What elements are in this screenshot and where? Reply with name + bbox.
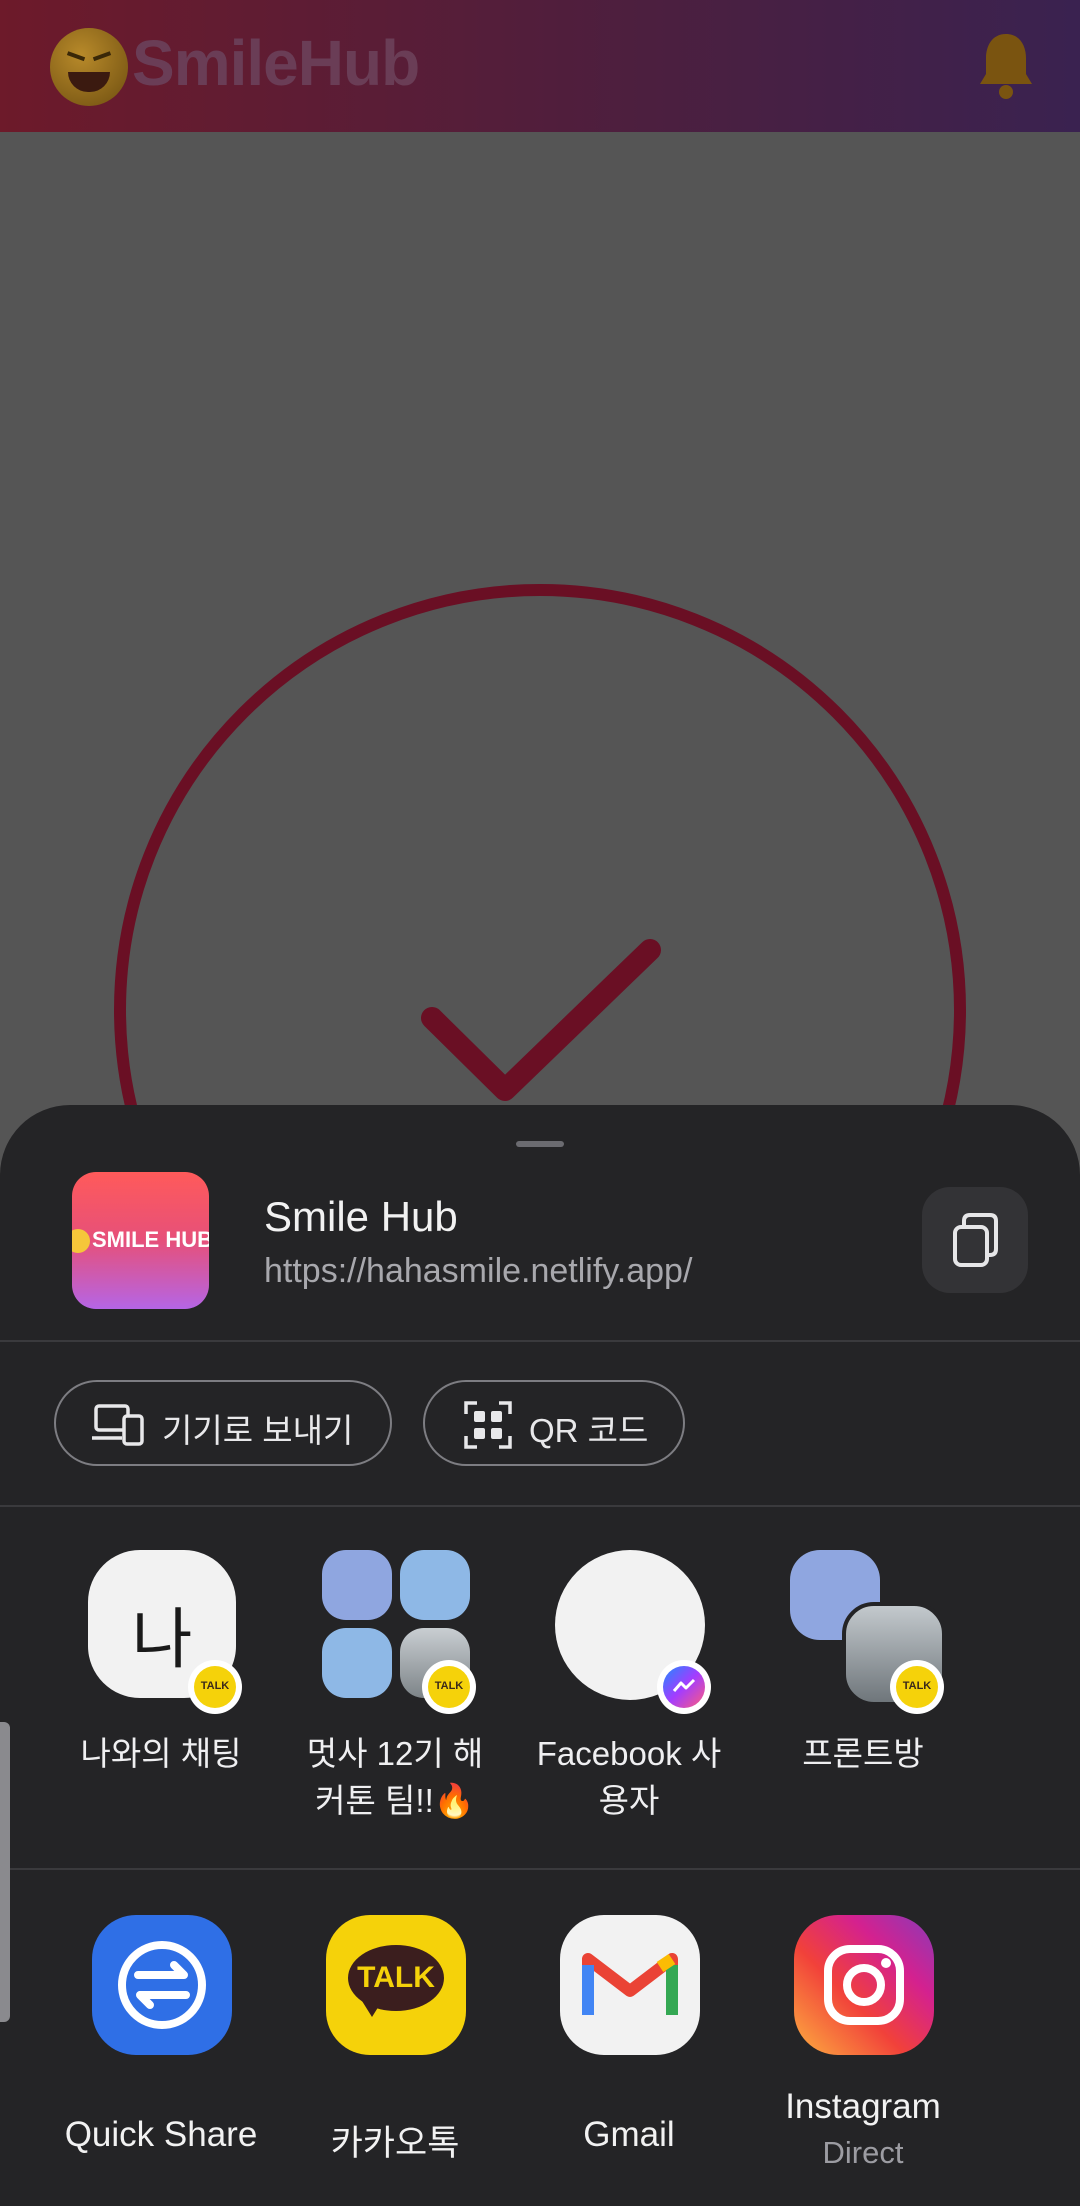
app-title: SmileHub: [132, 27, 420, 99]
target-label: 멋사 12기 해커톤 팀!!🔥: [306, 1735, 484, 1819]
chip-label: 기기로 보내기: [162, 1412, 354, 1449]
kakaotalk-badge-icon: TALK: [890, 1660, 944, 1714]
kakaotalk-icon: TALK: [326, 1915, 466, 2055]
laughing-emoji-icon: [50, 28, 128, 106]
app-label: Instagram: [785, 2087, 941, 2126]
qr-code-chip[interactable]: QR 코드: [423, 1380, 685, 1466]
quick-share-icon: [92, 1915, 232, 2055]
copy-icon: [953, 1213, 998, 1267]
kakaotalk-icon-text: TALK: [357, 1961, 435, 1994]
kakaotalk-badge-icon: TALK: [422, 1660, 476, 1714]
preview-text: SMILE HUB: [92, 1227, 209, 1252]
app-label: Gmail: [583, 2115, 675, 2154]
gmail-icon: [560, 1915, 700, 2055]
app-sublabel: Direct: [822, 2135, 904, 2170]
share-url: https://hahasmile.netlify.app/: [264, 1252, 693, 1290]
qr-code-icon: [464, 1401, 512, 1449]
target-label: 나와의 채팅: [80, 1735, 242, 1772]
kakaotalk-badge-icon: TALK: [188, 1660, 242, 1714]
chip-label: QR 코드: [529, 1412, 649, 1449]
send-to-device-chip[interactable]: 기기로 보내기: [54, 1380, 392, 1466]
target-label: 프론트방: [802, 1735, 924, 1772]
divider: [0, 1868, 1080, 1870]
person-icon: [322, 1550, 392, 1620]
bell-icon[interactable]: [976, 30, 1036, 100]
app-label: 카카오톡: [330, 2124, 460, 2163]
instagram-icon: [794, 1915, 934, 2055]
edge-panel-handle[interactable]: [0, 1722, 10, 2022]
messenger-badge-icon: [657, 1660, 711, 1714]
person-icon: [400, 1550, 470, 1620]
share-preview-thumbnail: SMILE HUB: [72, 1172, 209, 1309]
share-sheet: SMILE HUB Smile Hub https://hahasmile.ne…: [0, 1105, 1080, 2206]
share-title: Smile Hub: [264, 1193, 458, 1240]
copy-button[interactable]: [922, 1187, 1028, 1293]
target-label: Facebook 사용자: [536, 1735, 722, 1819]
smile-emoji-icon: [72, 1229, 90, 1253]
devices-icon: [92, 1404, 144, 1446]
app-label: Quick Share: [64, 2115, 258, 2154]
drag-handle[interactable]: [516, 1141, 564, 1147]
person-icon: [322, 1628, 392, 1698]
divider: [0, 1505, 1080, 1507]
divider: [0, 1340, 1080, 1342]
app-header: SmileHub: [0, 0, 1080, 132]
